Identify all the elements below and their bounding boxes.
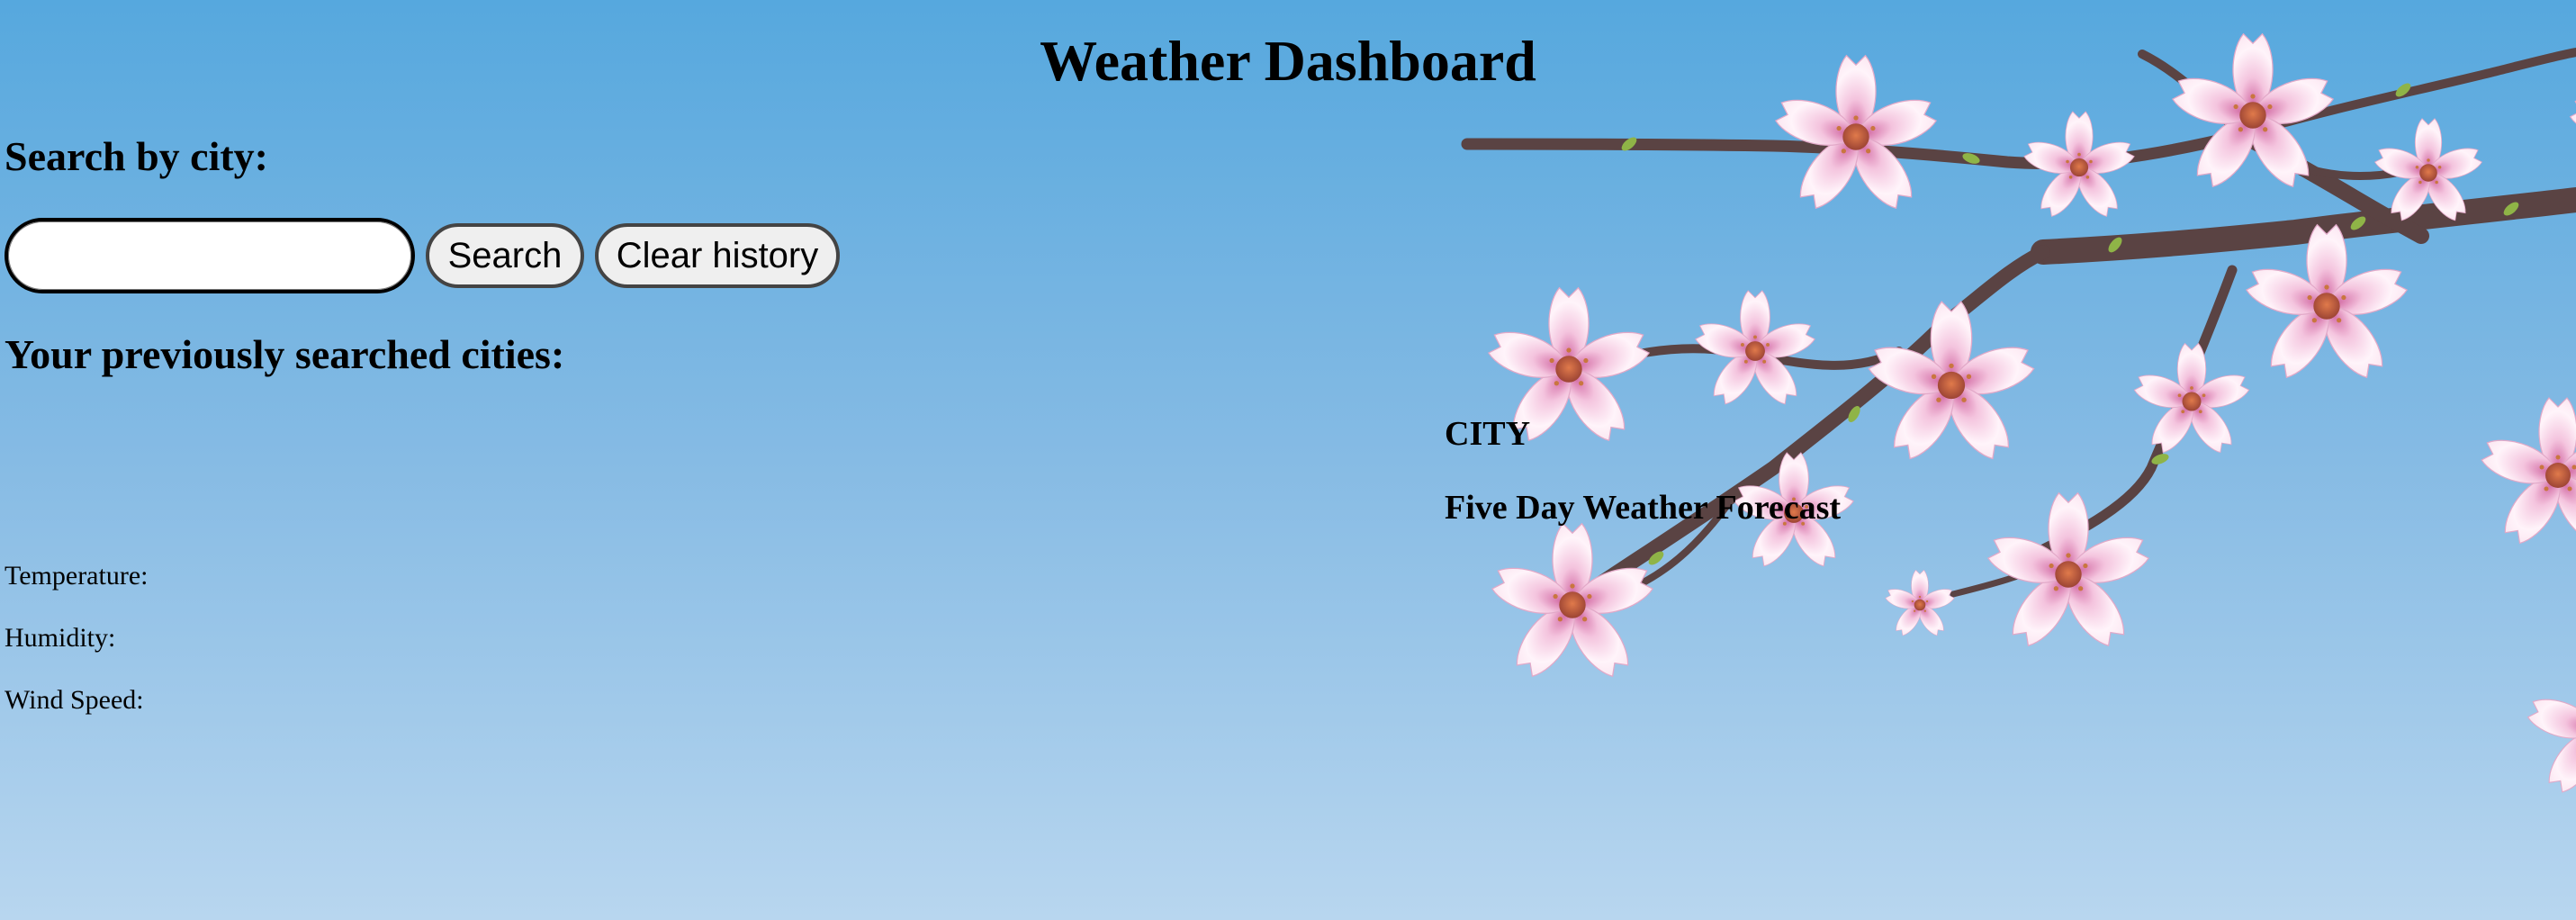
current-conditions: Temperature: Humidity: Wind Speed: [5,558,148,744]
page-title: Weather Dashboard [1040,29,1536,93]
search-heading: Search by city: [5,133,269,179]
history-heading: Your previously searched cities: [5,331,565,377]
clear-history-button[interactable]: Clear history [595,223,840,288]
wind-speed-row: Wind Speed: [5,682,148,744]
history-list [5,396,815,504]
city-search-input[interactable] [5,218,415,293]
search-bar: Search Clear history [5,218,840,293]
forecast-heading: Five Day Weather Forecast [1445,489,1842,527]
temperature-label: Temperature: [5,561,149,591]
humidity-row: Humidity: [5,620,148,682]
wind-speed-label: Wind Speed: [5,685,144,715]
forecast-list [1445,549,2525,603]
search-button[interactable]: Search [426,223,584,288]
temperature-row: Temperature: [5,558,148,620]
humidity-label: Humidity: [5,623,116,653]
cherry-blossom-branch-icon [1461,33,2576,798]
city-name: CITY [1445,415,1531,453]
